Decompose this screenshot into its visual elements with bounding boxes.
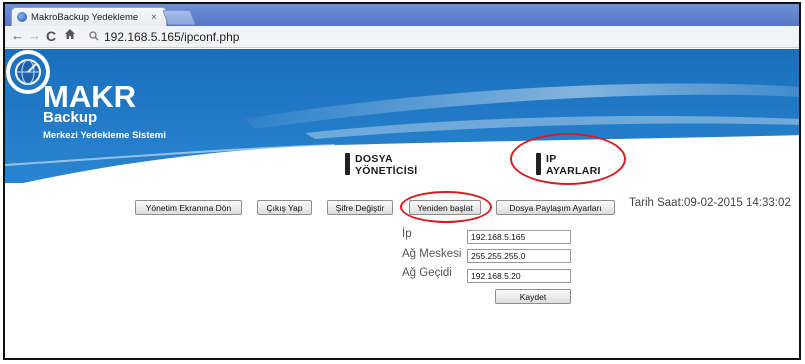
logo-tagline: Merkezi Yedekleme Sistemi: [43, 130, 166, 141]
address-bar[interactable]: 192.168.5.165/ipconf.php: [89, 29, 791, 45]
logout-button[interactable]: Çıkış Yap: [257, 200, 312, 215]
logo-globe-icon: [6, 50, 50, 94]
forward-icon[interactable]: →: [28, 28, 41, 43]
header-banner: MAKR Backup Merkezi Yedekleme Sistemi DO…: [5, 49, 799, 183]
subnet-mask-label: Ağ Meskesi: [402, 248, 462, 260]
gateway-input[interactable]: 192.168.5.20: [467, 269, 571, 283]
nav-marker-icon: [345, 153, 350, 175]
file-sharing-settings-button[interactable]: Dosya Paylaşım Ayarları: [496, 200, 615, 215]
subnet-mask-input[interactable]: 255.255.255.0: [467, 249, 571, 263]
save-button[interactable]: Kaydet: [495, 289, 571, 304]
logo-sub-text: Backup: [43, 109, 98, 126]
datetime-display: Tarih Saat:09-02-2015 14:33:02: [629, 197, 791, 209]
page-content: MAKR Backup Merkezi Yedekleme Sistemi DO…: [5, 49, 799, 358]
nav-ip-settings[interactable]: IP AYARLARI: [536, 153, 601, 177]
browser-tab-strip: MakroBackup Yedekleme ×: [5, 4, 799, 26]
nav-marker-icon: [536, 153, 541, 175]
back-icon[interactable]: ←: [11, 28, 24, 43]
restart-button[interactable]: Yeniden başlat: [409, 200, 481, 215]
nav-ip-settings-line1: IP: [546, 153, 557, 165]
close-tab-icon[interactable]: ×: [151, 12, 157, 23]
ip-label: İp: [402, 228, 412, 240]
ip-input[interactable]: 192.168.5.165: [467, 230, 571, 244]
tab-title: MakroBackup Yedekleme: [31, 11, 139, 23]
search-icon: [89, 30, 99, 44]
home-icon[interactable]: [64, 28, 76, 43]
gateway-label: Ağ Geçidi: [402, 267, 452, 279]
nav-file-manager-line1: DOSYA: [355, 153, 393, 165]
screenshot-frame: MakroBackup Yedekleme × ← → C 192.168.5.…: [3, 2, 801, 360]
browser-tab[interactable]: MakroBackup Yedekleme ×: [11, 7, 167, 26]
favicon-icon: [17, 12, 27, 22]
url-text: 192.168.5.165/ipconf.php: [104, 30, 240, 44]
back-to-admin-button[interactable]: Yönetim Ekranına Dön: [135, 200, 242, 215]
browser-toolbar: ← → C 192.168.5.165/ipconf.php: [5, 26, 799, 48]
nav-file-manager-line2: YÖNETİCİSİ: [355, 165, 418, 177]
nav-ip-settings-line2: AYARLARI: [546, 165, 601, 177]
nav-file-manager[interactable]: DOSYA YÖNETİCİSİ: [345, 153, 418, 177]
change-password-button[interactable]: Şifre Değiştir: [327, 200, 393, 215]
new-tab-button[interactable]: [162, 10, 196, 25]
reload-icon[interactable]: C: [46, 28, 56, 44]
